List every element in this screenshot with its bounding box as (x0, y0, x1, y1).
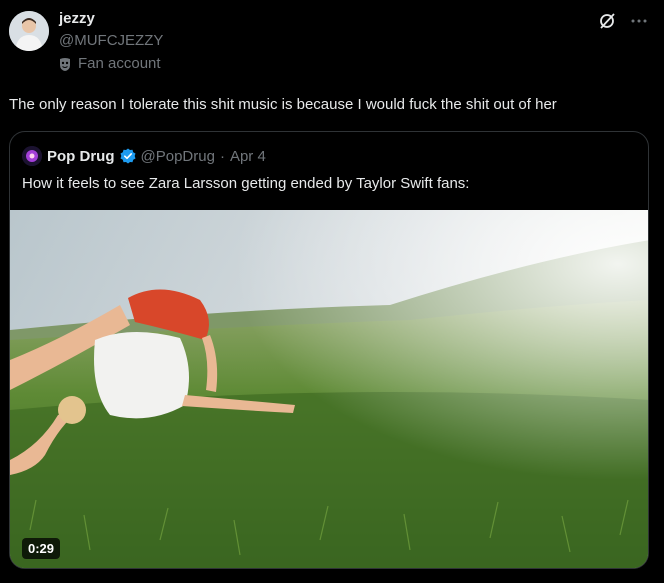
verified-badge-icon (120, 148, 135, 164)
fan-account-text: Fan account (78, 55, 161, 72)
fan-mask-icon (60, 57, 70, 71)
quote-date[interactable]: Apr 4 (230, 148, 266, 165)
quote-author-handle[interactable]: @PopDrug (141, 148, 215, 165)
fan-account-label: Fan account (59, 55, 161, 72)
quote-video[interactable]: 0:29 (10, 210, 648, 568)
video-duration-badge: 0:29 (22, 538, 61, 559)
dot-separator: · (219, 147, 225, 165)
grok-icon[interactable] (596, 10, 618, 32)
quote-text: How it feels to see Zara Larsson getting… (22, 175, 470, 192)
quote-author-name[interactable]: Pop Drug (47, 148, 115, 165)
video-thumbnail (10, 210, 648, 568)
more-icon[interactable] (628, 10, 650, 32)
quote-author-avatar[interactable] (22, 146, 42, 166)
author-avatar[interactable] (9, 11, 49, 51)
tweet-text: The only reason I tolerate this shit mus… (9, 96, 557, 113)
author-handle[interactable]: @MUFCJEZZY (59, 32, 163, 49)
quote-tweet-card[interactable]: Pop Drug @PopDrug · Apr 4 How it feels t… (9, 131, 649, 569)
author-name[interactable]: jezzy (59, 10, 95, 27)
